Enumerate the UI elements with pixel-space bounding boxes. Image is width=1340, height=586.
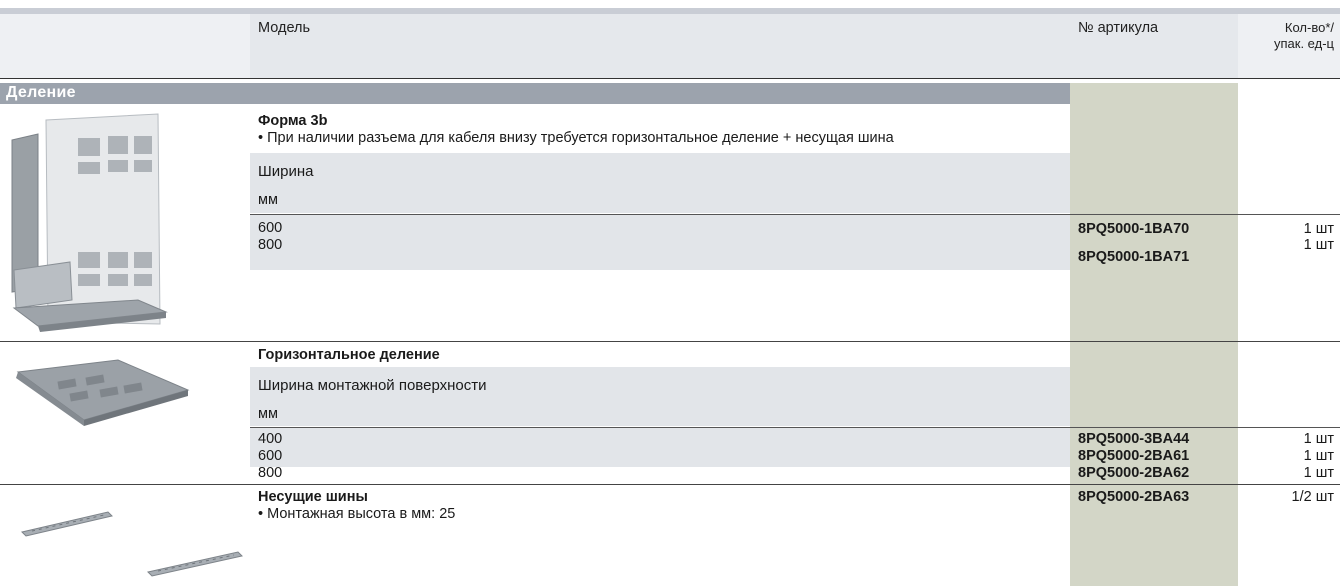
group-form3b-note: • При наличии разъема для кабеля внизу т…	[258, 130, 894, 146]
table-row-value: 800	[258, 237, 283, 253]
header-qty-label: Кол-во*/ упак. ед-ц	[1240, 20, 1334, 52]
article-column	[1070, 83, 1238, 586]
table-row-qty: 1 шт	[1303, 465, 1334, 481]
group-horizontal-param-label: Ширина монтажной поверхности	[258, 377, 487, 394]
table-row-article: 8PQ5000-2BA62	[1078, 465, 1190, 481]
table-row-article: 8PQ5000-3BA44	[1078, 431, 1190, 447]
group-form3b-title: Форма 3b	[258, 113, 328, 129]
header-qty-line1: Кол-во*/	[1284, 20, 1334, 35]
group-rails-qty: 1/2 шт	[1291, 489, 1334, 505]
table-row-value: 600	[258, 448, 283, 464]
table-row-article: 8PQ5000-2BA61	[1078, 448, 1190, 464]
table-row-article: 8PQ5000-1BA71	[1078, 249, 1190, 265]
header-qty-line2: упак. ед-ц	[1274, 36, 1334, 51]
section-bar	[0, 83, 1070, 104]
table-row-value: 800	[258, 465, 283, 481]
header-model-cell	[250, 14, 1070, 78]
table-row-value: 600	[258, 220, 283, 236]
table-row-value: 400	[258, 431, 283, 447]
group-form3b-unit: мм	[258, 192, 278, 208]
support-rail-image-1	[21, 511, 113, 537]
table-row-qty: 1 шт	[1303, 448, 1334, 464]
table-row-qty: 1 шт	[1303, 431, 1334, 447]
header-model-label: Модель	[258, 20, 311, 36]
group-rails-note: • Монтажная высота в мм: 25	[258, 506, 456, 522]
group-rails-title: Несущие шины	[258, 489, 368, 505]
horizontal-partition-image	[16, 359, 190, 426]
group-horizontal-param-box	[250, 367, 1070, 426]
group-form3b-param-label: Ширина	[258, 163, 314, 180]
header-article-label: № артикула	[1078, 20, 1159, 36]
header-image-cell	[0, 14, 250, 78]
group-form3b-values-box	[250, 215, 1070, 270]
group-divider	[0, 341, 1340, 342]
table-row-qty: 1 шт	[1303, 221, 1334, 237]
table-row-article: 8PQ5000-1BA70	[1078, 221, 1190, 237]
group-horizontal-values-box	[250, 428, 1070, 467]
section-title: Деление	[6, 84, 76, 101]
table-row-qty: 1 шт	[1303, 237, 1334, 253]
support-rail-image-2	[147, 551, 243, 577]
group-form3b-param-box	[250, 153, 1070, 213]
group-rails-article: 8PQ5000-2BA63	[1078, 489, 1190, 505]
group-divider	[0, 484, 1340, 485]
header-rule	[0, 78, 1340, 79]
partition-form3b-image	[11, 113, 168, 332]
group-horizontal-title: Горизонтальное деление	[258, 347, 440, 363]
group-horizontal-unit: мм	[258, 406, 278, 422]
